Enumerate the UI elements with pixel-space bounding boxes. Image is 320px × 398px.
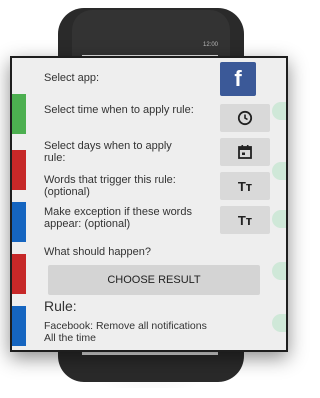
select-days-button[interactable] [220,138,270,166]
list-item-strip [12,254,26,294]
rule-summary: Facebook: Remove all notifications All t… [44,320,207,344]
list-item-toggle [272,210,286,228]
what-should-happen-label: What should happen? [44,246,152,258]
trigger-words-button[interactable]: Tт [220,172,270,200]
select-time-label: Select time when to apply rule: [44,104,194,116]
list-item-toggle [272,262,286,280]
list-item-toggle [272,102,286,120]
list-item-strip [12,150,26,190]
rule-summary-line: Facebook: Remove all notifications [44,320,207,332]
rule-title: Rule: [44,298,77,314]
list-item-strip [12,94,26,134]
select-app-button[interactable]: f [220,62,256,96]
exception-words-label: Make exception if these words appear: (o… [44,206,192,230]
list-item-toggle [272,314,286,332]
calendar-icon [238,145,252,159]
rule-summary-line: All the time [44,332,96,344]
text-size-icon: Tт [237,178,253,194]
list-item-strip [12,306,26,346]
text-size-icon: Tт [237,212,253,228]
facebook-icon: f [234,66,242,91]
list-item-toggle [272,162,286,180]
status-time: 12:00 [202,42,218,48]
trigger-words-label: Words that trigger this rule: (optional) [44,174,176,198]
choose-result-button[interactable]: CHOOSE RESULT [48,265,260,295]
select-time-button[interactable] [220,104,270,132]
clock-icon [237,110,253,126]
list-item-strip [12,202,26,242]
new-rule-dialog: Select app: f Select time when to apply … [10,56,288,352]
select-app-label: Select app: [44,72,100,84]
exception-words-button[interactable]: Tт [220,206,270,234]
select-days-label: Select days when to apply rule: [44,140,172,164]
status-bar: 12:00 [82,42,218,54]
